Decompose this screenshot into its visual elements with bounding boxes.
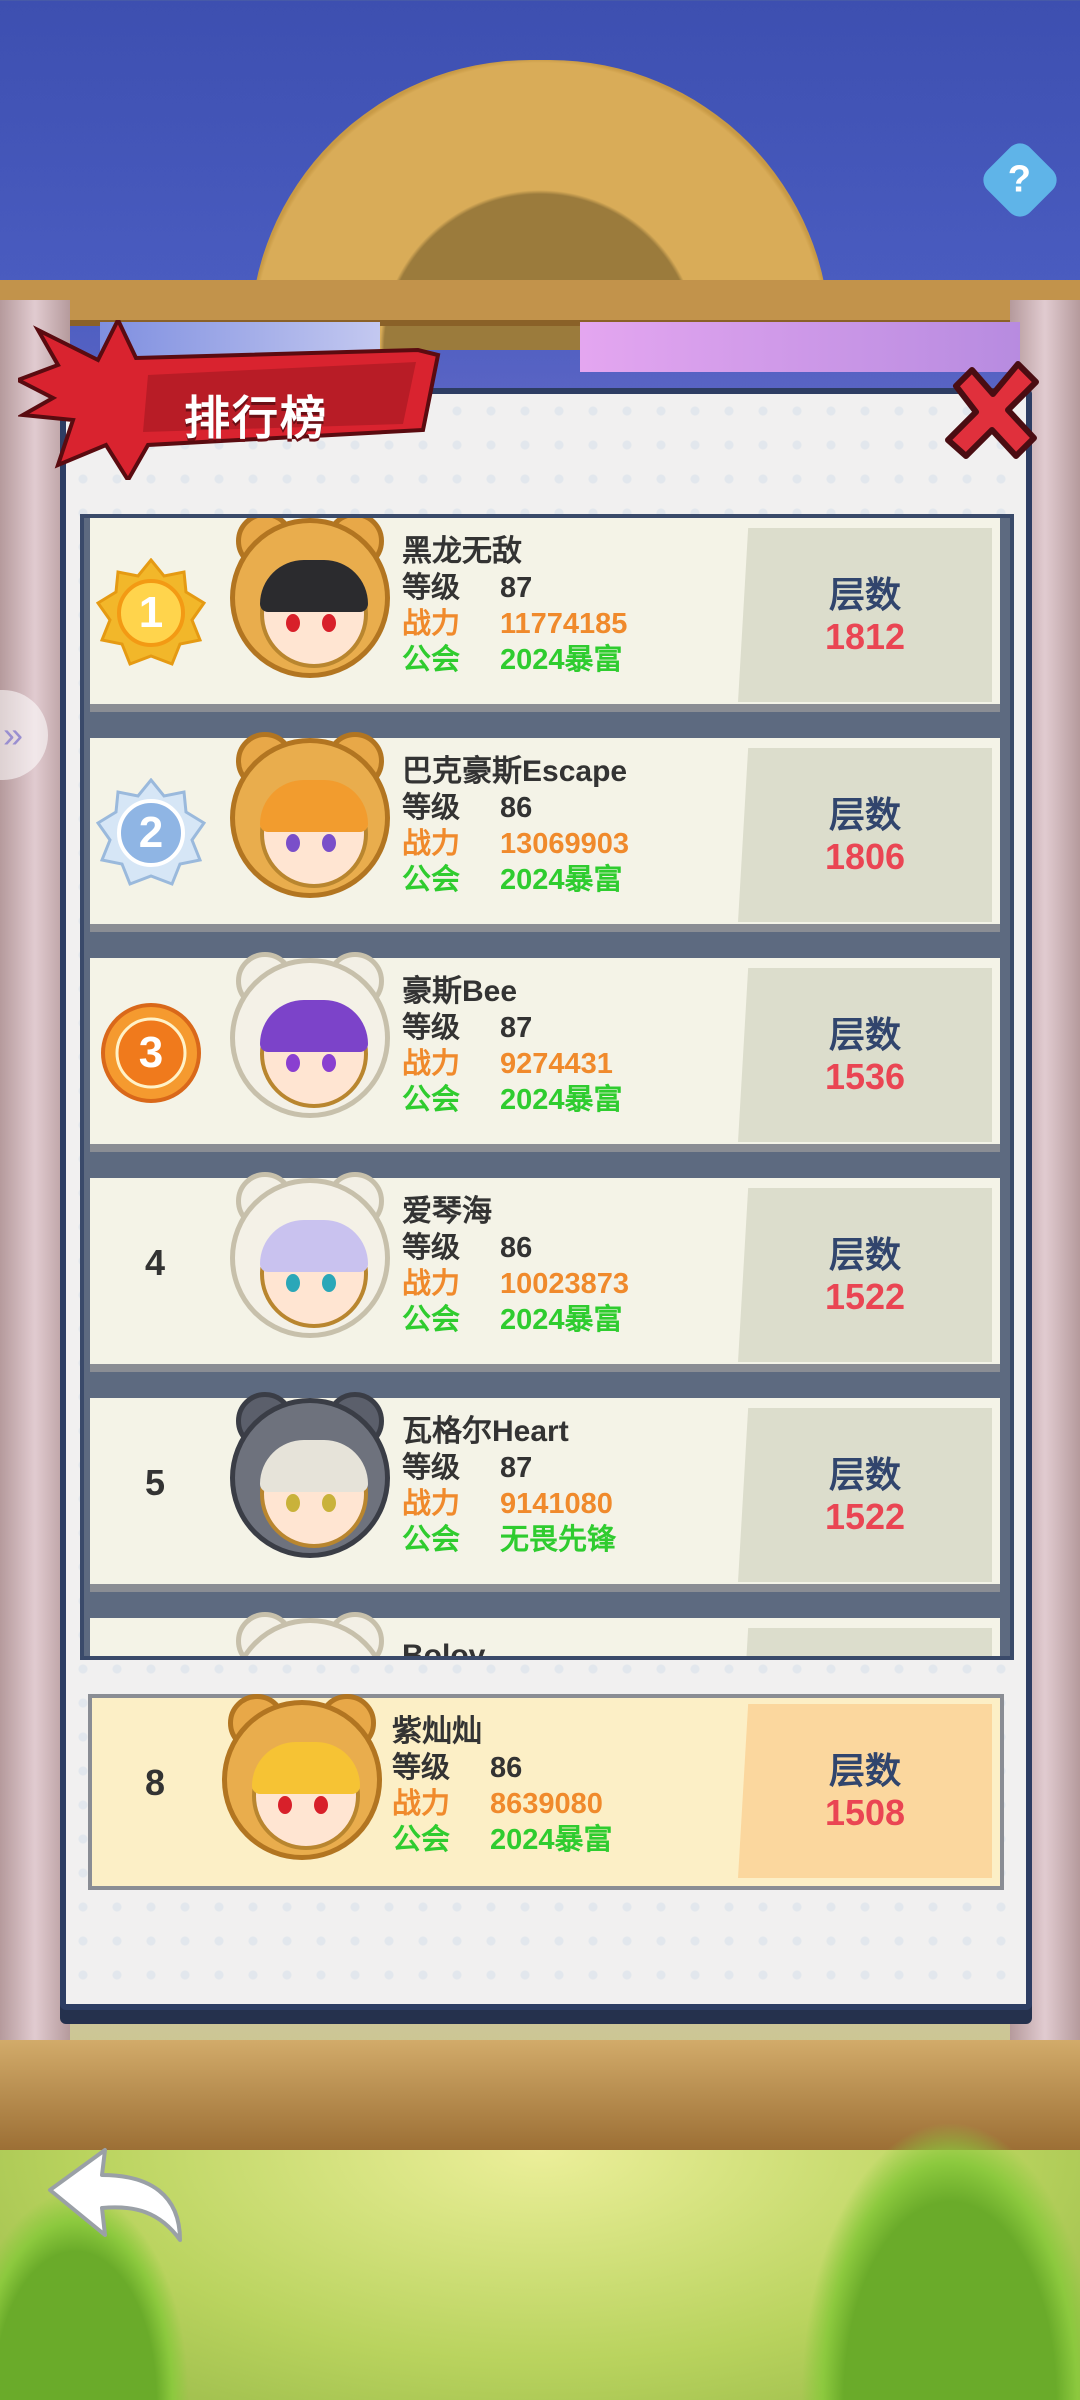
- guild-label: 公会: [402, 1084, 461, 1116]
- player-name: 豪斯Bee: [402, 975, 518, 1008]
- leaderboard-row[interactable]: 3 豪斯Bee 等级 87 战力 9274431 公会 2024暴富 层数 1536: [90, 952, 1000, 1152]
- score-box: 层数 1536: [738, 968, 992, 1142]
- score-value: 1522: [824, 1496, 906, 1537]
- guild-label: 公会: [402, 864, 461, 896]
- power-label: 战力: [402, 828, 461, 860]
- power-label: 战力: [402, 1048, 461, 1080]
- level-value: 86: [500, 792, 533, 824]
- score-label: 层数: [828, 1750, 901, 1791]
- rank-number: 2: [138, 808, 164, 857]
- player-name: 黑龙无敌: [402, 535, 522, 568]
- guild-value: 2024暴富: [500, 864, 623, 896]
- leaderboard-row[interactable]: 4 爱琴海 等级 86 战力 10023873 公会 2024暴富 层数 1522: [90, 1172, 1000, 1372]
- rank-number: 1: [138, 588, 164, 637]
- leaderboard-row[interactable]: 5 瓦格尔Heart 等级 87 战力 9141080 公会 无畏先锋 层数 1522: [90, 1392, 1000, 1592]
- score-box: [738, 1628, 992, 1656]
- guild-label: 公会: [402, 1304, 461, 1336]
- guild-value: 2024暴富: [490, 1824, 613, 1856]
- power-value: 13069903: [500, 828, 630, 860]
- guild-label: 公会: [402, 1524, 461, 1556]
- power-label: 战力: [402, 1488, 461, 1520]
- avatar: [222, 1694, 382, 1860]
- player-name: 爱琴海: [402, 1195, 492, 1228]
- question-icon[interactable]: ?: [977, 137, 1063, 223]
- guild-label: 公会: [392, 1824, 451, 1856]
- score-label: 层数: [828, 794, 901, 835]
- page-title: 排行榜: [184, 392, 328, 444]
- bronze-medal-icon: 3: [96, 998, 206, 1108]
- my-rank-row[interactable]: 8 紫灿灿 等级 86 战力 8639080 公会 2024暴富 层数 1508: [88, 1694, 1004, 1890]
- power-label: 战力: [402, 608, 461, 640]
- avatar: [230, 732, 390, 898]
- leaderboard-row-partial[interactable]: Bolov: [90, 1612, 1000, 1660]
- avatar: [230, 518, 390, 678]
- rank-number: 5: [144, 1462, 166, 1503]
- level-value: 86: [490, 1752, 523, 1784]
- power-value: 9141080: [500, 1488, 613, 1520]
- guild-label: 公会: [402, 644, 461, 676]
- player-name: 紫灿灿: [392, 1715, 482, 1748]
- player-name: 瓦格尔Heart: [402, 1415, 569, 1448]
- level-label: 等级: [402, 1452, 461, 1484]
- power-value: 8639080: [490, 1788, 603, 1820]
- level-label: 等级: [402, 572, 461, 604]
- score-box: 层数 1522: [738, 1408, 992, 1582]
- score-value: 1522: [824, 1276, 906, 1317]
- avatar: [230, 1612, 390, 1656]
- level-label: 等级: [402, 1232, 461, 1264]
- avatar: [230, 952, 390, 1118]
- avatar: [230, 1172, 390, 1338]
- score-box: 层数 1508: [738, 1704, 992, 1878]
- guild-value: 2024暴富: [500, 1304, 623, 1336]
- guild-value: 无畏先锋: [500, 1524, 617, 1556]
- bush-decoration: [800, 2120, 1080, 2400]
- power-value: 10023873: [500, 1268, 630, 1300]
- rank-number: 3: [138, 1028, 164, 1077]
- close-x-icon[interactable]: [938, 356, 1048, 466]
- player-name: Bolov: [402, 1639, 486, 1660]
- leaderboard-panel: 1 黑龙无敌 等级 87 战力 11774185 公会 2024暴富 层数 1812: [60, 388, 1032, 2010]
- silver-medal-icon: 2: [96, 778, 206, 888]
- level-value: 87: [500, 1452, 533, 1484]
- avatar: [230, 1392, 390, 1558]
- score-label: 层数: [828, 574, 901, 615]
- level-value: 87: [500, 1012, 533, 1044]
- power-label: 战力: [392, 1788, 451, 1820]
- score-label: 层数: [828, 1454, 901, 1495]
- guild-value: 2024暴富: [500, 644, 623, 676]
- player-name: 巴克豪斯Escape: [402, 755, 628, 788]
- guild-value: 2024暴富: [500, 1084, 623, 1116]
- gold-medal-icon: 1: [96, 558, 206, 668]
- level-label: 等级: [392, 1752, 451, 1784]
- score-label: 层数: [828, 1014, 901, 1055]
- level-value: 86: [500, 1232, 533, 1264]
- score-value: 1806: [824, 836, 906, 877]
- back-arrow-icon[interactable]: [40, 2140, 190, 2250]
- score-box: 层数 1806: [738, 748, 992, 922]
- score-value: 1508: [824, 1792, 906, 1833]
- level-value: 87: [500, 572, 533, 604]
- power-label: 战力: [402, 1268, 461, 1300]
- score-value: 1536: [824, 1056, 906, 1097]
- leaderboard-row[interactable]: 1 黑龙无敌 等级 87 战力 11774185 公会 2024暴富 层数 1812: [90, 518, 1000, 712]
- score-label: 层数: [828, 1234, 901, 1275]
- leaderboard-row[interactable]: 2 巴克豪斯Escape 等级 86 战力 13069903 公会 2024暴富 层数…: [90, 732, 1000, 932]
- score-box: 层数 1812: [738, 528, 992, 702]
- rank-number: 8: [144, 1762, 166, 1803]
- level-label: 等级: [402, 1012, 461, 1044]
- score-box: 层数 1522: [738, 1188, 992, 1362]
- level-label: 等级: [402, 792, 461, 824]
- power-value: 11774185: [500, 608, 628, 640]
- rank-number: 4: [144, 1242, 166, 1283]
- leaderboard-list[interactable]: 1 黑龙无敌 等级 87 战力 11774185 公会 2024暴富 层数 1812: [80, 514, 1014, 1660]
- score-value: 1812: [824, 616, 906, 657]
- power-value: 9274431: [500, 1048, 613, 1080]
